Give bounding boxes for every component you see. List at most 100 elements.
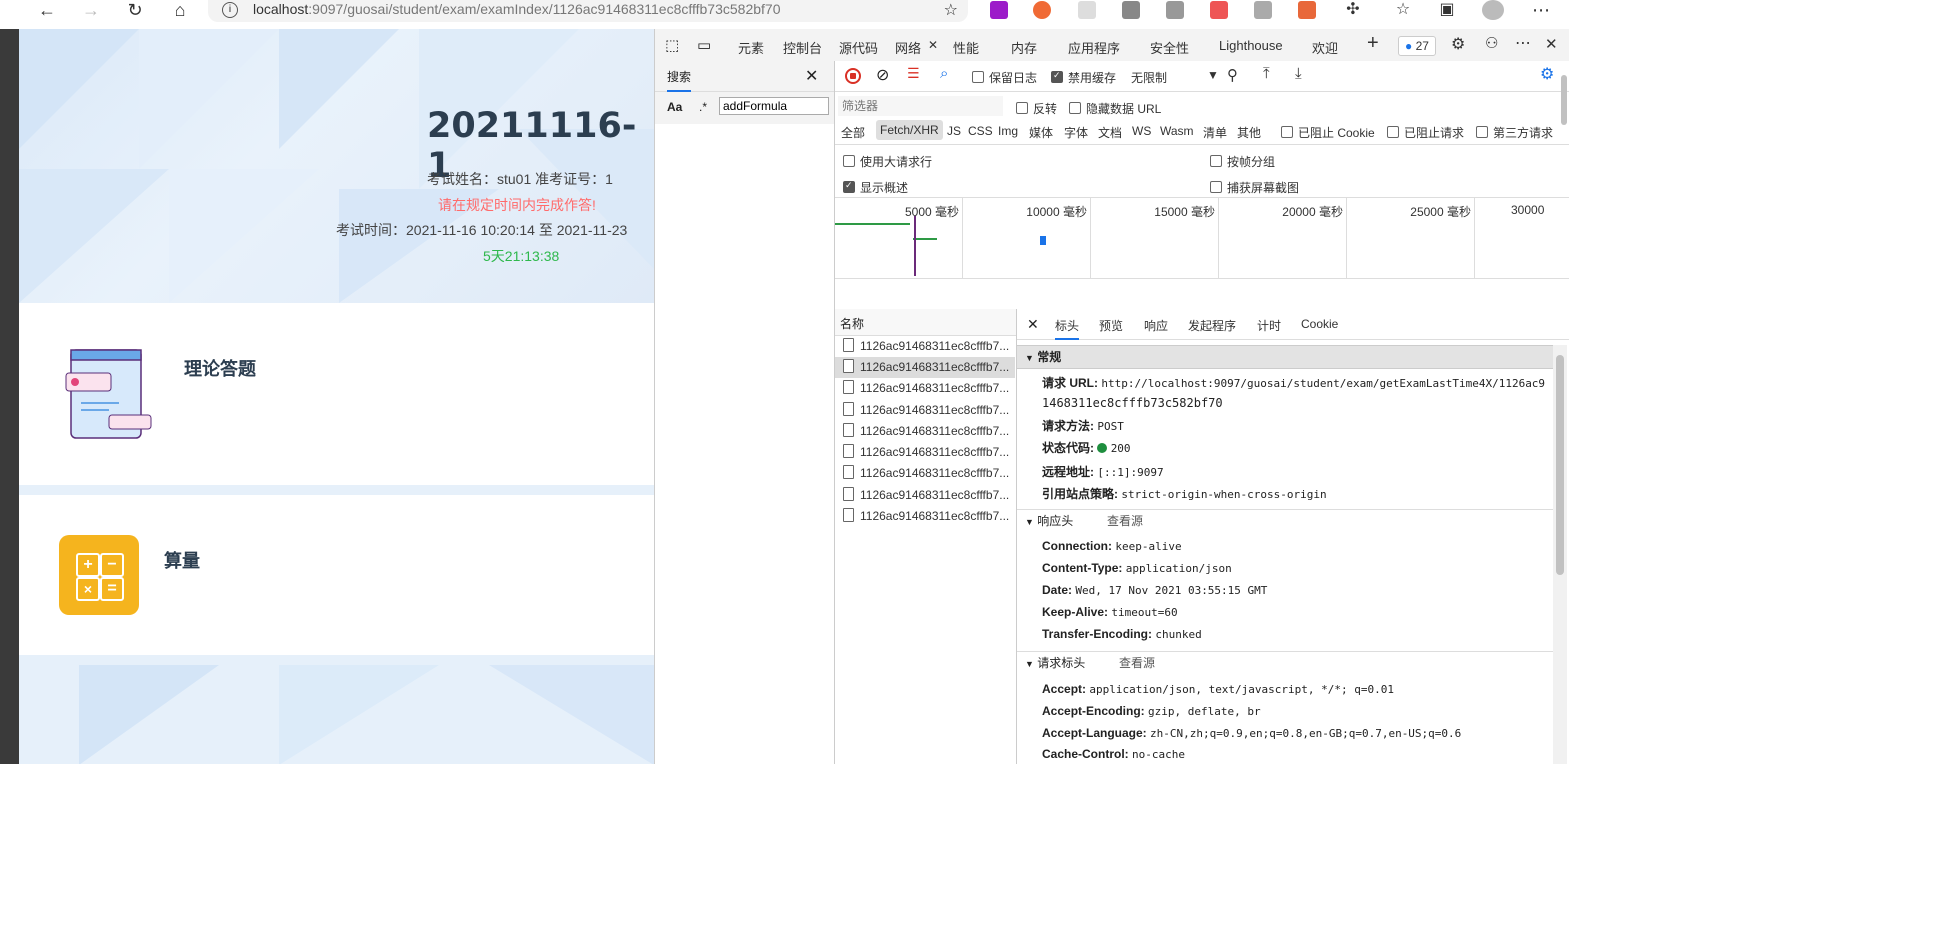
- tab-preview[interactable]: 预览: [1099, 317, 1123, 334]
- import-har-icon[interactable]: ⤒: [1263, 65, 1270, 82]
- capture-screenshots-box[interactable]: [1210, 181, 1222, 193]
- type-doc[interactable]: 文档: [1098, 124, 1122, 141]
- customize-icon[interactable]: ⚇: [1485, 34, 1498, 52]
- type-all[interactable]: 全部: [841, 124, 865, 141]
- detail-scrollbar[interactable]: [1553, 345, 1567, 764]
- address-bar[interactable]: i localhost:9097/guosai/student/exam/exa…: [208, 0, 968, 22]
- show-overview-checkbox[interactable]: 显示概述: [843, 179, 908, 196]
- add-tab-icon[interactable]: +: [1367, 32, 1379, 55]
- tab-application[interactable]: 应用程序: [1068, 38, 1120, 57]
- extension-rp-icon[interactable]: [990, 1, 1008, 19]
- regex-button[interactable]: .*: [699, 100, 707, 114]
- wifi-settings-icon[interactable]: ⚲: [1227, 66, 1238, 84]
- tab-sources[interactable]: 源代码: [839, 38, 878, 57]
- view-source-link[interactable]: 查看源: [1119, 652, 1155, 674]
- add-favorite-icon[interactable]: ☆: [944, 0, 958, 20]
- blocked-cookies-box[interactable]: [1281, 126, 1293, 138]
- extension-g-icon[interactable]: [1033, 1, 1051, 19]
- blocked-requests-checkbox[interactable]: 已阻止请求: [1387, 124, 1464, 141]
- close-search-icon[interactable]: ✕: [805, 66, 818, 86]
- capture-screenshots-checkbox[interactable]: 捕获屏幕截图: [1210, 179, 1299, 196]
- tab-console[interactable]: 控制台: [783, 38, 822, 57]
- type-css[interactable]: CSS: [968, 124, 993, 138]
- type-other[interactable]: 其他: [1237, 124, 1261, 141]
- preserve-log-checkbox[interactable]: 保留日志: [972, 69, 1037, 86]
- collections-icon[interactable]: ▣: [1432, 0, 1462, 22]
- request-row[interactable]: 1126ac91468311ec8cfffb7...: [835, 442, 1015, 463]
- name-column-header[interactable]: 名称: [840, 315, 864, 332]
- home-icon[interactable]: ⌂: [165, 0, 195, 22]
- tab-cookie[interactable]: Cookie: [1301, 317, 1338, 331]
- group-by-frame-checkbox[interactable]: 按帧分组: [1210, 153, 1275, 170]
- type-media[interactable]: 媒体: [1029, 124, 1053, 141]
- extension-orange-icon[interactable]: [1298, 1, 1316, 19]
- scrollbar-thumb[interactable]: [1556, 355, 1564, 575]
- tab-network[interactable]: 网络: [895, 38, 922, 63]
- disable-cache-box[interactable]: [1051, 70, 1063, 83]
- hide-data-urls-checkbox[interactable]: 隐藏数据 URL: [1069, 100, 1161, 117]
- record-icon[interactable]: [845, 68, 861, 84]
- theory-card[interactable]: 理论答题: [19, 303, 654, 485]
- view-source-link[interactable]: 查看源: [1107, 510, 1143, 532]
- match-case-button[interactable]: Aa: [667, 100, 682, 114]
- calculation-card[interactable]: + − × = 算量: [19, 495, 654, 655]
- extension-pen-icon[interactable]: [1254, 1, 1272, 19]
- throttle-select[interactable]: 无限制: [1131, 69, 1167, 86]
- inspect-icon[interactable]: ⬚: [665, 36, 679, 54]
- general-section-header[interactable]: ▼ 常规: [1017, 345, 1553, 369]
- close-detail-icon[interactable]: ✕: [1027, 316, 1039, 333]
- settings-gear-icon[interactable]: ⚙: [1451, 34, 1465, 54]
- tab-response[interactable]: 响应: [1144, 317, 1168, 334]
- tab-performance[interactable]: 性能: [953, 38, 979, 57]
- tab-timing[interactable]: 计时: [1257, 317, 1281, 334]
- type-font[interactable]: 字体: [1064, 124, 1088, 141]
- filter-icon[interactable]: ☰: [907, 65, 920, 82]
- tab-security[interactable]: 安全性: [1150, 38, 1189, 57]
- type-manifest[interactable]: 清单: [1203, 124, 1227, 141]
- request-row[interactable]: 1126ac91468311ec8cfffb7...: [835, 400, 1015, 421]
- toolbar-scrollbar[interactable]: [1559, 61, 1569, 161]
- chevron-down-icon[interactable]: ▼: [1207, 68, 1219, 82]
- response-headers-section[interactable]: ▼ 响应头 查看源: [1017, 509, 1553, 532]
- group-by-frame-box[interactable]: [1210, 155, 1222, 167]
- device-toggle-icon[interactable]: ▭: [697, 36, 711, 54]
- request-row-selected[interactable]: 1126ac91468311ec8cfffb7...: [835, 357, 1015, 378]
- info-icon[interactable]: i: [222, 2, 238, 18]
- request-row[interactable]: 1126ac91468311ec8cfffb7...: [835, 485, 1015, 506]
- big-rows-box[interactable]: [843, 155, 855, 167]
- back-icon[interactable]: ←: [32, 0, 62, 22]
- invert-box[interactable]: [1016, 102, 1028, 114]
- tab-memory[interactable]: 内存: [1011, 38, 1037, 57]
- extension-person-icon[interactable]: [1210, 1, 1228, 19]
- type-fetch-xhr[interactable]: Fetch/XHR: [876, 120, 943, 140]
- favorites-icon[interactable]: ☆: [1388, 0, 1418, 22]
- third-party-box[interactable]: [1476, 126, 1488, 138]
- type-js[interactable]: JS: [947, 124, 961, 138]
- request-row[interactable]: 1126ac91468311ec8cfffb7...: [835, 506, 1015, 527]
- more-options-icon[interactable]: ⋯: [1515, 33, 1531, 53]
- blocked-cookies-checkbox[interactable]: 已阻止 Cookie: [1281, 124, 1375, 141]
- type-wasm[interactable]: Wasm: [1160, 124, 1194, 138]
- disable-cache-checkbox[interactable]: 禁用缓存: [1051, 69, 1116, 86]
- request-row[interactable]: 1126ac91468311ec8cfffb7...: [835, 378, 1015, 399]
- more-icon[interactable]: ⋯: [1526, 0, 1556, 22]
- third-party-checkbox[interactable]: 第三方请求: [1476, 124, 1553, 141]
- preserve-log-box[interactable]: [972, 71, 984, 83]
- tab-headers[interactable]: 标头: [1055, 317, 1080, 340]
- close-network-tab-icon[interactable]: ✕: [928, 38, 938, 52]
- extension-screen-icon[interactable]: [1078, 1, 1096, 19]
- invert-checkbox[interactable]: 反转: [1016, 100, 1057, 117]
- type-img[interactable]: Img: [998, 124, 1018, 138]
- search-tab[interactable]: 搜索: [667, 68, 692, 92]
- extensions-icon[interactable]: ✣: [1338, 0, 1368, 22]
- network-settings-icon[interactable]: ⚙: [1540, 64, 1554, 84]
- scrollbar-thumb[interactable]: [1561, 75, 1567, 125]
- tab-initiator[interactable]: 发起程序: [1188, 317, 1236, 334]
- hide-data-urls-box[interactable]: [1069, 102, 1081, 114]
- request-headers-section[interactable]: ▼ 请求标头 查看源: [1017, 651, 1553, 674]
- extension-v-icon[interactable]: [1122, 1, 1140, 19]
- type-ws[interactable]: WS: [1132, 124, 1151, 138]
- extension-grammarly-icon[interactable]: [1166, 1, 1184, 19]
- tab-lighthouse[interactable]: Lighthouse: [1219, 38, 1283, 53]
- big-rows-checkbox[interactable]: 使用大请求行: [843, 153, 932, 170]
